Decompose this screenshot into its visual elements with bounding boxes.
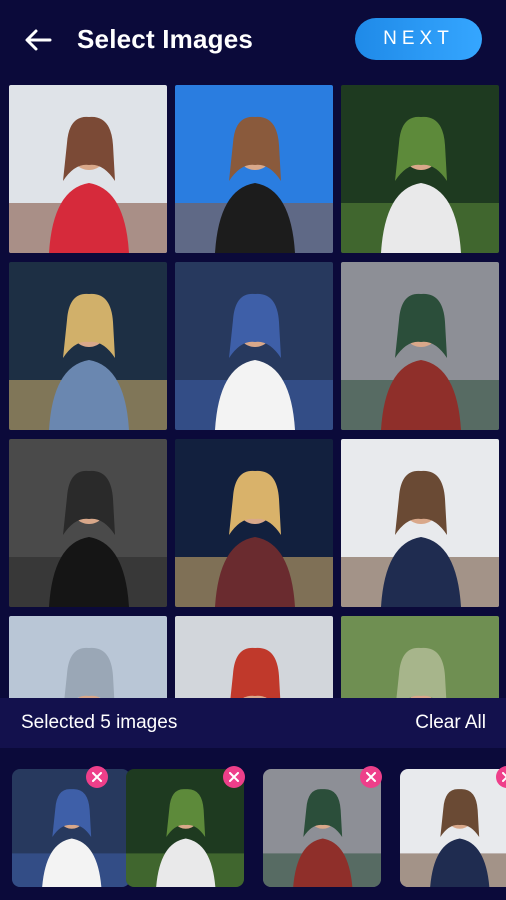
close-icon[interactable] — [223, 766, 245, 788]
image-grid — [0, 80, 506, 698]
grid-image[interactable] — [175, 439, 333, 607]
grid-image[interactable] — [9, 85, 167, 253]
arrow-left-icon — [25, 29, 52, 51]
selected-thumbnail[interactable] — [263, 769, 381, 887]
grid-image[interactable] — [9, 262, 167, 430]
grid-image[interactable] — [341, 616, 499, 698]
selected-count-text: Selected 5 images — [21, 712, 178, 733]
grid-image[interactable] — [175, 262, 333, 430]
close-icon[interactable] — [360, 766, 382, 788]
next-button[interactable]: NEXT — [355, 18, 482, 60]
grid-image[interactable] — [9, 439, 167, 607]
page-title: Select Images — [77, 24, 254, 54]
grid-image[interactable] — [341, 262, 499, 430]
grid-image[interactable] — [341, 439, 499, 607]
selected-thumbnail[interactable] — [12, 769, 130, 887]
clear-all-button[interactable]: Clear All — [415, 712, 486, 734]
selected-images-tray — [0, 748, 506, 900]
grid-image[interactable] — [9, 616, 167, 698]
back-button[interactable] — [18, 20, 58, 60]
grid-image[interactable] — [175, 85, 333, 253]
grid-image[interactable] — [175, 616, 333, 698]
selection-bar: Selected 5 images Clear All — [0, 698, 506, 748]
grid-image[interactable] — [341, 85, 499, 253]
close-icon[interactable] — [86, 766, 108, 788]
selected-thumbnail[interactable] — [400, 769, 506, 887]
selected-thumbnail[interactable] — [126, 769, 244, 887]
top-app-bar: Select Images NEXT — [0, 0, 506, 80]
